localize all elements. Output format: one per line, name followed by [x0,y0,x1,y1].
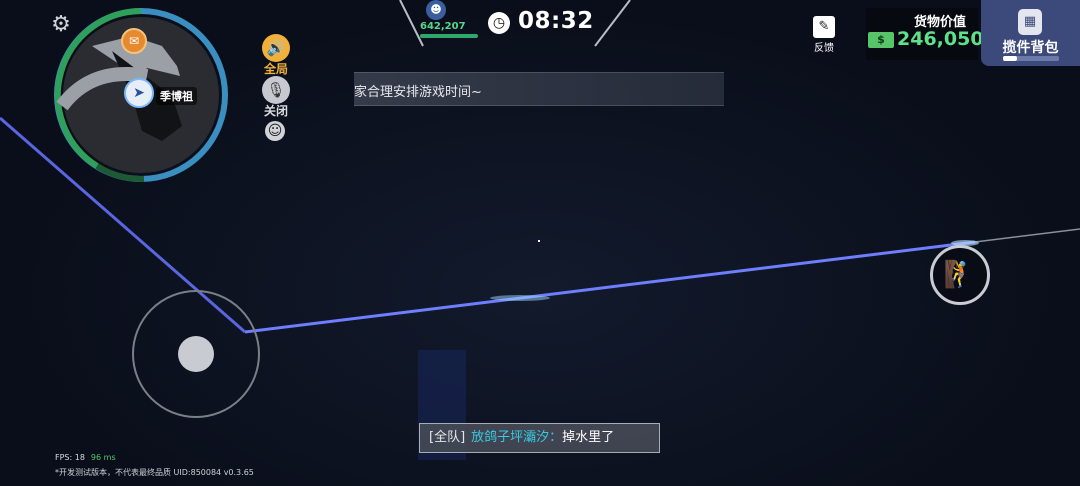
cash-icon: $ [868,32,894,48]
cargo-value-panel: 货物价值 $ 246,050 [866,8,984,60]
player-money: 642,207 [420,21,466,32]
voice-global-button[interactable]: 🔊 全局 [258,34,294,77]
health-bar [420,34,478,38]
backpack-capacity-fill [1003,56,1017,61]
mic-off-icon: 🎙 [262,76,290,104]
backpack-icon: ▦ [1018,9,1042,35]
laser-line-right [974,228,1080,243]
chat-text: 掉水里了 [562,430,615,445]
feedback-button[interactable]: ✎ 反馈 [806,16,842,54]
climb-button[interactable]: 🧗 [930,245,990,305]
fps-readout: FPS: 18 [55,453,85,462]
minimap-player-label: 季博祖 [156,87,197,105]
voice-global-label: 全局 [263,62,288,76]
clock-icon: ◷ [488,12,510,34]
match-timer: 08:32 [518,8,594,34]
feedback-label: 反馈 [814,43,834,54]
laser-line-main [244,240,976,334]
climb-icon: 🧗 [943,260,977,290]
notice-banner: 家合理安排游戏时间~ [354,72,724,106]
crosshair-dot [538,240,540,242]
perf-stats: FPS: 18 96 ms [55,453,116,462]
backpack-button[interactable]: ▦ 揽件背包 [981,0,1080,66]
mic-toggle-button[interactable]: 🎙 关闭 [258,76,294,119]
player-avatar: ☻ [426,0,446,20]
feedback-icon: ✎ [813,16,835,38]
build-footer: *开发测试版本，不代表最终品质 UID:850084 v0.3.65 [55,468,254,477]
player-avatar-marker: ➤ [124,78,154,108]
notice-banner-text: 家合理安排游戏时间~ [354,85,482,100]
speaker-icon: 🔊 [262,34,290,62]
cargo-value: 246,050 [897,28,984,50]
smile-icon[interactable]: ☺ [265,121,285,141]
mic-toggle-label: 关闭 [263,104,288,118]
laser-glow [490,295,550,301]
backpack-capacity-bar [1003,56,1059,61]
ping-readout: 96 ms [90,453,116,462]
chat-channel: [全队] [429,430,466,445]
backpack-label: 揽件背包 [1002,40,1059,56]
joystick-knob[interactable] [178,336,214,372]
movement-joystick[interactable] [132,290,260,418]
chat-message: [全队] 放鸽子坪灞汐：掉水里了 [419,423,660,453]
objective-marker-icon: ✉ [121,28,147,54]
chat-sender: 放鸽子坪灞汐： [471,430,563,445]
